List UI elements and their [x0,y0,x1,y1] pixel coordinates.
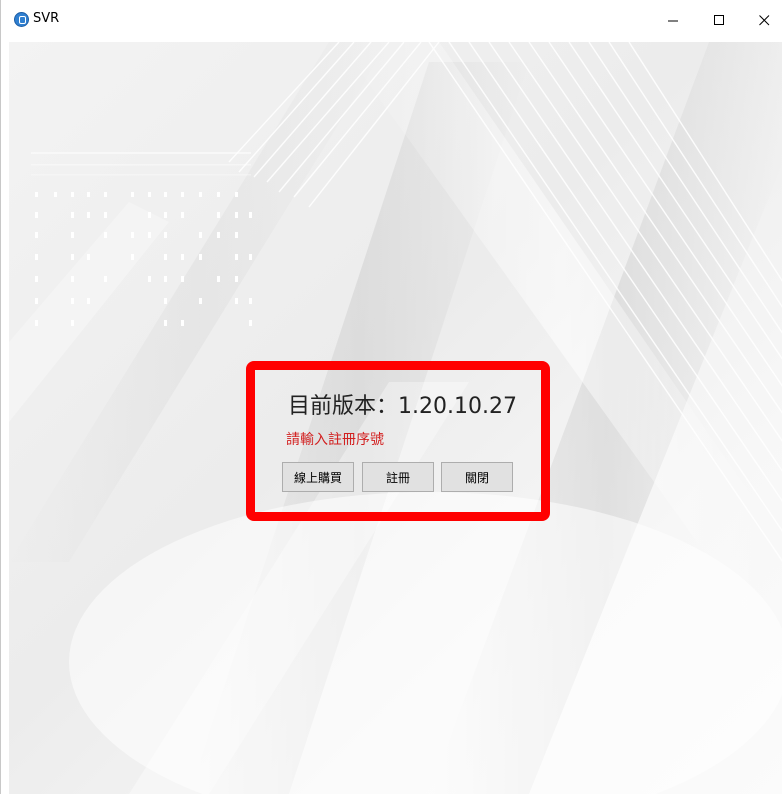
maximize-icon [713,14,724,25]
buy-online-button[interactable]: 線上購買 [282,462,354,492]
close-dialog-button[interactable]: 關閉 [441,462,513,492]
current-version-label: 目前版本：1.20.10.27 [288,394,517,419]
maximize-button[interactable] [696,0,742,40]
close-icon [758,14,769,25]
app-window: SVR 目前版本：1.20.10.27 請輸入註冊序號 線上購買 註冊 關閉 [0,0,782,794]
window-title: SVR [33,11,60,26]
minimize-button[interactable] [650,0,696,40]
minimize-icon [667,20,678,21]
title-bar[interactable]: SVR [1,0,782,40]
register-button[interactable]: 註冊 [362,462,434,492]
close-window-button[interactable] [741,0,782,40]
app-logo-icon [14,12,29,27]
registration-prompt: 請輸入註冊序號 [286,432,384,448]
